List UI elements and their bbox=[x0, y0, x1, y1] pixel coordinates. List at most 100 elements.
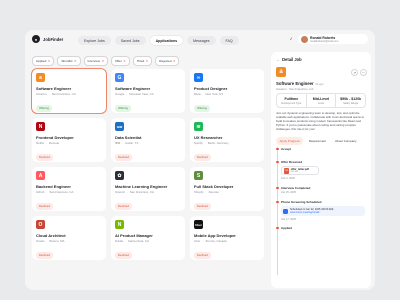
remove-icon[interactable]: ✕ bbox=[74, 59, 77, 63]
company-name: Uber bbox=[194, 239, 201, 244]
meeting-link[interactable]: www.zoom.meeting/ronald bbox=[290, 211, 333, 214]
filter-chip-shortlist[interactable]: Shortlist ✕ bbox=[57, 56, 81, 66]
job-location: Toronto, Canada bbox=[205, 239, 227, 244]
job-meta: Google · Mountain View, CA bbox=[115, 92, 181, 96]
job-location: Berlin, Germany bbox=[207, 141, 229, 146]
job-title: UX Researcher bbox=[194, 135, 223, 140]
step-interview-completed: Interview Completed bbox=[276, 186, 310, 190]
job-card[interactable]: G Software Engineer Google · Mountain View, … bbox=[111, 69, 185, 113]
job-location: Mountain View, CA bbox=[129, 92, 154, 97]
job-card[interactable]: N AI Product Manager Nvidia · Santa Clara, C… bbox=[111, 216, 185, 260]
separator: · bbox=[205, 190, 207, 195]
remove-icon[interactable]: ✕ bbox=[101, 59, 104, 63]
stat-label: Employment Type bbox=[281, 101, 302, 105]
step-dot bbox=[276, 226, 279, 230]
status-badge: Declined bbox=[115, 252, 132, 259]
zoom-icon bbox=[283, 208, 288, 214]
stat-value: Mid-Level bbox=[312, 96, 330, 101]
tab-faq[interactable]: FAQ bbox=[219, 36, 239, 46]
remove-icon[interactable]: ✕ bbox=[48, 59, 51, 63]
step-phone-screening: Phone Screening Scheduled bbox=[276, 200, 322, 204]
stat-value: Fulltime bbox=[284, 96, 299, 101]
job-card[interactable]: Uber Mobile App Developer Uber · Toronto, Ca… bbox=[190, 216, 264, 260]
job-meta: Airbnb · San Francisco, CA bbox=[36, 190, 102, 194]
filter-label: Applied bbox=[36, 58, 47, 63]
more-icon[interactable]: ⋯ bbox=[360, 69, 367, 76]
tab-about-company[interactable]: About Company bbox=[332, 137, 361, 145]
separator: · bbox=[202, 92, 204, 97]
job-card[interactable]: IBM Data Scientist IBM · Austin, TX Declined bbox=[111, 118, 185, 162]
job-title: Data Scientist bbox=[115, 135, 142, 140]
remove-icon[interactable]: ✕ bbox=[123, 59, 126, 63]
offer-letter-file[interactable]: PDF offer_letter.pdf 200 KB bbox=[281, 166, 319, 175]
separator: · bbox=[46, 190, 48, 195]
status-badge: Declined bbox=[115, 154, 132, 161]
job-card[interactable]: N Frontend Developer Netflix · Remote Decline… bbox=[32, 118, 106, 162]
filter-chip-offer[interactable]: Offer ✕ bbox=[110, 56, 130, 66]
filter-label: Shortlist bbox=[61, 58, 73, 63]
tab-messages[interactable]: Messages bbox=[187, 36, 216, 46]
filter-chip-rejected[interactable]: Rejected ✕ bbox=[155, 56, 180, 66]
job-card[interactable]: a Software Engineer Amazon · San Francisco, … bbox=[32, 69, 106, 113]
app-name: JobFinder bbox=[43, 36, 64, 42]
company-name: Meta bbox=[194, 92, 201, 97]
job-card[interactable]: O Cloud Architect Oracle · Boston, MA Decline… bbox=[32, 216, 106, 260]
step-dot bbox=[276, 200, 279, 204]
job-description: Join our dynamic engineering team to dev… bbox=[276, 111, 365, 131]
tab-requirement[interactable]: Requirement bbox=[305, 137, 329, 145]
app-logo[interactable]: ● JobFinder bbox=[32, 35, 63, 43]
separator: · bbox=[46, 239, 48, 244]
job-title: AI Product Manager bbox=[115, 233, 153, 238]
job-meta: Meta · New York, NY bbox=[194, 92, 260, 96]
company-logo-icon: A bbox=[36, 171, 45, 180]
job-card[interactable]: S Full Stack Developer Shopify · Remote Decli… bbox=[190, 167, 264, 211]
remove-icon[interactable]: ✕ bbox=[146, 59, 149, 63]
company-name: Oracle bbox=[36, 239, 45, 244]
job-meta: Amazon · San Francisco, CA bbox=[36, 92, 102, 96]
filter-chip-hired[interactable]: Hired ✕ bbox=[132, 56, 153, 66]
job-card[interactable]: A Backend Engineer Airbnb · San Francisco, C… bbox=[32, 167, 106, 211]
zoom-schedule[interactable]: Scheduled on Jan 22, 2025 (09:00 AM) www… bbox=[281, 206, 365, 216]
remove-icon[interactable]: ✕ bbox=[173, 59, 176, 63]
detail-job-title: Software Engineer 3d ago bbox=[276, 81, 323, 86]
step-dot bbox=[276, 186, 279, 190]
job-card[interactable]: ∞ Product Designer Meta · New York, NY Offeri… bbox=[190, 69, 264, 113]
separator: · bbox=[48, 92, 50, 97]
job-location: Remote bbox=[49, 141, 60, 146]
company-name: Nvidia bbox=[115, 239, 124, 244]
back-arrow-icon[interactable]: ← bbox=[276, 57, 280, 62]
separator: · bbox=[126, 92, 128, 97]
job-title: Software Engineer bbox=[36, 86, 72, 91]
share-icon[interactable]: ↗ bbox=[351, 69, 358, 76]
filter-chip-applied[interactable]: Applied ✕ bbox=[32, 56, 55, 66]
filter-label: Rejected bbox=[159, 58, 172, 63]
step-date: Feb 2, 2025 bbox=[281, 177, 295, 180]
company-logo-icon: G bbox=[115, 73, 124, 82]
job-card[interactable]: ✿ Machine Learning Engineer OpenAI · San Fra… bbox=[111, 167, 185, 211]
status-badge: Declined bbox=[36, 203, 53, 210]
filter-chip-interview[interactable]: Interview ✕ bbox=[83, 56, 108, 66]
status-badge: Declined bbox=[115, 203, 132, 210]
bell-icon[interactable]: ♪ bbox=[287, 35, 295, 43]
step-date: Jan 25, 2025 bbox=[281, 191, 296, 194]
job-meta: OpenAI · San Francisco, CA bbox=[115, 190, 181, 194]
job-title: Cloud Architect bbox=[36, 233, 66, 238]
stat-label: Level bbox=[318, 101, 324, 105]
step-offer-received: Offer Received bbox=[276, 160, 302, 164]
step-dot bbox=[276, 147, 279, 151]
tab-applications[interactable]: Applications bbox=[149, 36, 184, 46]
job-location: Boston, MA bbox=[49, 239, 65, 244]
job-title: Frontend Developer bbox=[36, 135, 74, 140]
step-accept: Accept bbox=[276, 147, 291, 151]
tab-saved-jobs[interactable]: Saved Jobs bbox=[114, 36, 146, 46]
status-badge: Offering bbox=[36, 105, 52, 112]
user-menu[interactable]: Ronald Roberts ronaldroberts@mail.com bbox=[298, 34, 368, 44]
separator: · bbox=[202, 239, 204, 244]
company-logo-icon: N bbox=[36, 122, 45, 131]
avatar bbox=[301, 35, 308, 43]
company-logo-icon: IBM bbox=[115, 122, 124, 131]
job-card[interactable]: ≋ UX Researcher Spotify · Berlin, Germany Dec… bbox=[190, 118, 264, 162]
tab-apply-progress[interactable]: Apply Progress bbox=[276, 137, 304, 145]
tab-explore-jobs[interactable]: Explore Jobs bbox=[78, 36, 111, 46]
status-badge: Declined bbox=[194, 252, 211, 259]
